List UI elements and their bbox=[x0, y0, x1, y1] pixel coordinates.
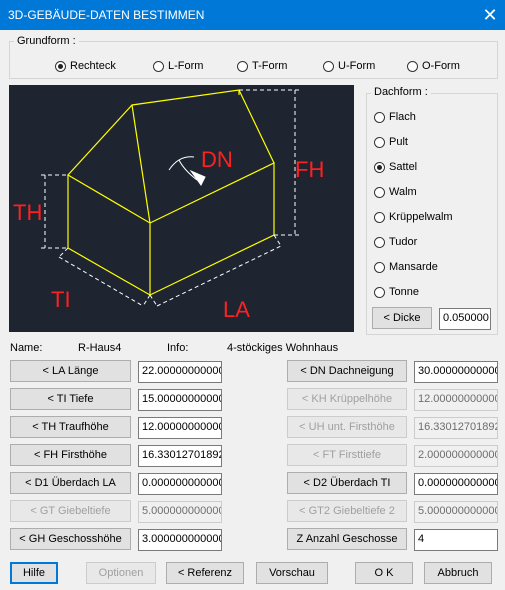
abbruch-button[interactable]: Abbruch bbox=[424, 562, 492, 584]
la-laenge-button[interactable]: < LA Länge bbox=[10, 360, 131, 382]
radio-t-form[interactable]: T-Form bbox=[237, 58, 287, 74]
window-title: 3D-GEBÄUDE-DATEN BESTIMMEN bbox=[8, 8, 205, 22]
radio-tonne[interactable]: Tonne bbox=[374, 284, 419, 300]
radio-rechteck[interactable]: Rechteck bbox=[55, 58, 116, 74]
radio-label: Flach bbox=[389, 111, 416, 123]
label-fh: FH bbox=[295, 157, 324, 182]
hilfe-button[interactable]: Hilfe bbox=[10, 562, 58, 584]
ft-firsttiefe-field: 2.000000000000 bbox=[414, 445, 498, 467]
th-traufhoehe-field[interactable]: 12.00000000000 bbox=[138, 417, 222, 439]
radio-label: Walm bbox=[389, 186, 417, 198]
radio-label: U-Form bbox=[338, 60, 376, 72]
radio-pult[interactable]: Pult bbox=[374, 134, 408, 150]
name-label: Name: bbox=[10, 342, 43, 354]
gt-giebeltiefe-button: < GT Giebeltiefe bbox=[10, 500, 131, 522]
dicke-field[interactable]: 0.050000 bbox=[439, 308, 491, 330]
radio-label: Pult bbox=[389, 136, 408, 148]
radio-u-form[interactable]: U-Form bbox=[323, 58, 375, 74]
house-wireframe: DN FH TH TI LA bbox=[13, 89, 324, 322]
ok-button[interactable]: O K bbox=[355, 562, 413, 584]
radio-label: Tudor bbox=[389, 236, 418, 248]
label-ti: TI bbox=[51, 287, 71, 312]
dachform-label: Dachform : bbox=[371, 86, 431, 98]
radio-label: Krüppelwalm bbox=[389, 211, 453, 223]
radio-walm[interactable]: Walm bbox=[374, 184, 417, 200]
radio-tudor[interactable]: Tudor bbox=[374, 234, 417, 250]
la-laenge-field[interactable]: 22.00000000000 bbox=[138, 361, 222, 383]
kh-krueppelhoehe-button: < KH Krüppelhöhe bbox=[287, 388, 407, 410]
gt2-giebeltiefe-2-button: < GT2 Giebeltiefe 2 bbox=[287, 500, 407, 522]
kh-krueppelhoehe-field: 12.00000000000 bbox=[414, 389, 498, 411]
th-traufhoehe-button[interactable]: < TH Traufhöhe bbox=[10, 416, 131, 438]
radio-flach[interactable]: Flach bbox=[374, 109, 416, 125]
gh-geschosshoehe-field[interactable]: 3.000000000000 bbox=[138, 529, 222, 551]
z-anzahl-geschosse-field[interactable]: 4 bbox=[414, 529, 498, 551]
radio-dot[interactable] bbox=[374, 286, 385, 298]
ti-tiefe-button[interactable]: < TI Tiefe bbox=[10, 388, 131, 410]
d1-ueberdach-la-field[interactable]: 0.000000000000 bbox=[138, 473, 222, 495]
radio-dot[interactable] bbox=[374, 236, 385, 248]
optionen-button: Optionen bbox=[86, 562, 156, 584]
radio-krueppelwalm[interactable]: Krüppelwalm bbox=[374, 209, 453, 225]
radio-dot[interactable] bbox=[153, 60, 164, 72]
radio-dot[interactable] bbox=[374, 186, 385, 198]
radio-label: L-Form bbox=[168, 60, 204, 72]
dicke-button[interactable]: < Dicke bbox=[372, 307, 432, 329]
dn-dachneigung-field[interactable]: 30.00000000000 bbox=[414, 361, 498, 383]
d2-ueberdach-ti-field[interactable]: 0.000000000000 bbox=[414, 473, 498, 495]
title-bar: 3D-GEBÄUDE-DATEN BESTIMMEN ✕ bbox=[0, 0, 505, 30]
ft-firsttiefe-button: < FT Firsttiefe bbox=[287, 444, 407, 466]
radio-label: Sattel bbox=[389, 161, 418, 173]
z-anzahl-geschosse-button[interactable]: Z Anzahl Geschosse bbox=[287, 528, 407, 550]
radio-dot[interactable] bbox=[55, 60, 66, 72]
radio-o-form[interactable]: O-Form bbox=[407, 58, 460, 74]
radio-dot[interactable] bbox=[323, 60, 334, 72]
d1-ueberdach-la-button[interactable]: < D1 Überdach LA bbox=[10, 472, 131, 494]
radio-dot[interactable] bbox=[374, 136, 385, 148]
grundform-label: Grundform : bbox=[14, 35, 79, 47]
close-icon[interactable]: ✕ bbox=[475, 0, 505, 30]
preview-canvas: DN FH TH TI LA bbox=[9, 85, 354, 332]
d2-ueberdach-ti-button[interactable]: < D2 Überdach TI bbox=[287, 472, 407, 494]
fh-firsthoehe-button[interactable]: < FH Firsthöhe bbox=[10, 444, 131, 466]
radio-dot[interactable] bbox=[237, 60, 248, 72]
label-th: TH bbox=[13, 200, 42, 225]
radio-label: O-Form bbox=[422, 60, 460, 72]
label-la: LA bbox=[223, 297, 250, 322]
uh-unt-firsthoehe-button: < UH unt. Firsthöhe bbox=[287, 416, 407, 438]
dn-dachneigung-button[interactable]: < DN Dachneigung bbox=[287, 360, 407, 382]
fh-firsthoehe-field[interactable]: 16.33012701892 bbox=[138, 445, 222, 467]
vorschau-button[interactable]: Vorschau bbox=[256, 562, 328, 584]
info-value: 4-stöckiges Wohnhaus bbox=[227, 342, 339, 354]
radio-label: Rechteck bbox=[70, 60, 116, 72]
radio-dot[interactable] bbox=[374, 261, 385, 273]
radio-dot[interactable] bbox=[374, 111, 385, 123]
ti-tiefe-field[interactable]: 15.00000000000 bbox=[138, 389, 222, 411]
radio-dot[interactable] bbox=[374, 161, 385, 173]
radio-label: T-Form bbox=[252, 60, 288, 72]
radio-l-form[interactable]: L-Form bbox=[153, 58, 203, 74]
gt2-giebeltiefe-2-field: 5.000000000000 bbox=[414, 501, 498, 523]
radio-label: Mansarde bbox=[389, 261, 438, 273]
uh-unt-firsthoehe-field: 16.33012701892 bbox=[414, 417, 498, 439]
referenz-button[interactable]: < Referenz bbox=[166, 562, 244, 584]
gh-geschosshoehe-button[interactable]: < GH Geschosshöhe bbox=[10, 528, 131, 550]
name-value: R-Haus4 bbox=[78, 342, 122, 354]
info-label: Info: bbox=[167, 342, 189, 354]
radio-dot[interactable] bbox=[374, 211, 385, 223]
radio-sattel[interactable]: Sattel bbox=[374, 159, 417, 175]
label-dn: DN bbox=[201, 147, 233, 172]
radio-mansarde[interactable]: Mansarde bbox=[374, 259, 438, 275]
radio-dot[interactable] bbox=[407, 60, 418, 72]
gt-giebeltiefe-field: 5.000000000000 bbox=[138, 501, 222, 523]
radio-label: Tonne bbox=[389, 286, 419, 298]
